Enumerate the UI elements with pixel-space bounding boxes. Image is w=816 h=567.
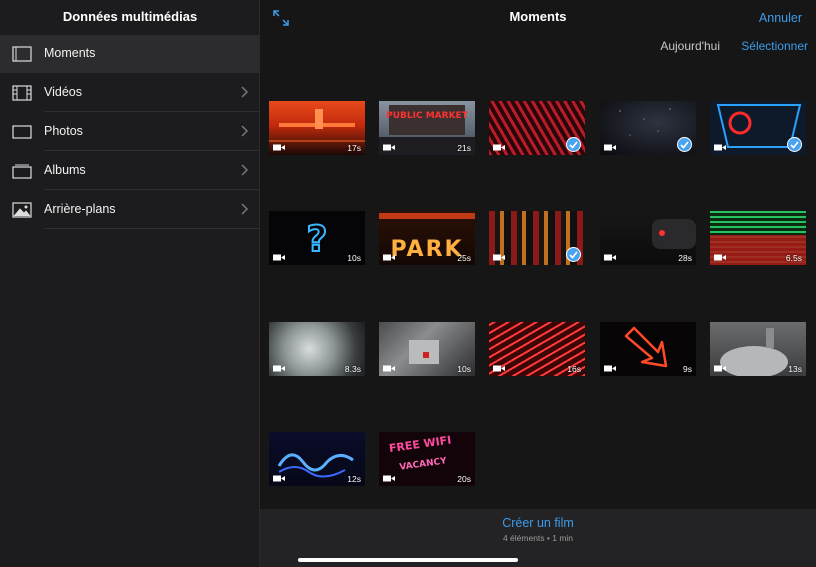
clip-duration: 10s — [347, 253, 361, 263]
clip-thumbnail[interactable]: 28s — [600, 211, 696, 265]
sidebar-item-label: Photos — [44, 124, 83, 138]
divider — [44, 189, 259, 190]
video-camera-icon — [383, 475, 395, 482]
clip-thumbnail[interactable]: 12s — [269, 432, 365, 486]
sidebar-item-label: Arrière-plans — [44, 202, 116, 216]
clip-thumbnail[interactable]: 6.5s — [710, 211, 806, 265]
clip-thumbnail[interactable]: ? 10s — [269, 211, 365, 265]
park-sign: PARK — [390, 237, 463, 262]
video-camera-icon — [493, 365, 505, 372]
video-camera-icon — [604, 365, 616, 372]
clip-duration: 16s — [567, 364, 581, 374]
clip-duration: 28s — [678, 253, 692, 263]
section-date-label: Aujourd'hui — [660, 39, 720, 53]
question-mark-sign: ? — [307, 219, 328, 260]
media-sidebar: Données multimédias Moments Vidéos Photo… — [0, 0, 260, 567]
chevron-right-icon — [241, 164, 249, 176]
clip-duration: 21s — [457, 143, 471, 153]
sidebar-item-label: Albums — [44, 163, 86, 177]
clip-thumbnail[interactable]: 8.3s — [269, 322, 365, 376]
create-movie-button[interactable]: Créer un film — [260, 516, 816, 530]
video-camera-icon — [273, 144, 285, 151]
selected-check-icon — [566, 137, 581, 152]
divider — [44, 111, 259, 112]
clip-duration: 6.5s — [785, 253, 802, 263]
sidebar-item-videos[interactable]: Vidéos — [0, 74, 259, 112]
clip-thumbnail[interactable] — [489, 211, 585, 265]
select-button[interactable]: Sélectionner — [741, 39, 808, 53]
clip-thumbnail[interactable] — [710, 101, 806, 155]
clip-duration: 8.3s — [344, 364, 361, 374]
clip-thumbnail[interactable]: 16s — [489, 322, 585, 376]
video-camera-icon — [383, 365, 395, 372]
video-camera-icon — [604, 144, 616, 151]
clip-thumbnail[interactable] — [600, 101, 696, 155]
video-camera-icon — [493, 254, 505, 261]
photo-frame-icon — [12, 125, 32, 139]
clip-duration: 20s — [457, 474, 471, 484]
clip-thumbnail[interactable]: 13s — [710, 322, 806, 376]
selected-check-icon — [566, 247, 581, 262]
video-camera-icon — [604, 254, 616, 261]
clip-thumbnail[interactable]: FREE WIFI VACANCY 20s — [379, 432, 475, 486]
selection-summary: 4 éléments • 1 min — [502, 533, 574, 543]
divider — [44, 150, 259, 151]
chevron-right-icon — [241, 203, 249, 215]
video-camera-icon — [383, 144, 395, 151]
moments-icon — [12, 46, 32, 62]
clip-duration: 9s — [683, 364, 692, 374]
video-camera-icon — [273, 365, 285, 372]
clip-duration: 25s — [457, 253, 471, 263]
video-camera-icon — [714, 144, 726, 151]
clip-thumbnail[interactable]: 17s — [269, 101, 365, 155]
clip-duration: 10s — [457, 364, 471, 374]
clip-thumbnail[interactable] — [489, 101, 585, 155]
sidebar-item-label: Moments — [44, 46, 96, 60]
film-icon — [12, 85, 32, 101]
video-camera-icon — [383, 254, 395, 261]
sidebar-item-backgrounds[interactable]: Arrière-plans — [0, 191, 259, 229]
video-camera-icon — [714, 365, 726, 372]
free-wifi-sign: FREE WIFI — [388, 434, 452, 456]
albums-icon — [12, 164, 32, 179]
clip-duration: 12s — [347, 474, 361, 484]
sidebar-item-albums[interactable]: Albums — [0, 152, 259, 190]
clip-duration: 13s — [788, 364, 802, 374]
sidebar-item-label: Vidéos — [44, 85, 82, 99]
clip-thumbnail[interactable]: PUBLIC MARKET 21s — [379, 101, 475, 155]
market-sign: PUBLIC MARKET — [386, 111, 469, 121]
page-title: Moments — [509, 9, 567, 24]
chevron-right-icon — [241, 86, 249, 98]
clip-thumbnail[interactable]: 10s — [379, 322, 475, 376]
video-camera-icon — [714, 254, 726, 261]
landscape-icon — [12, 202, 32, 218]
cancel-button[interactable]: Annuler — [759, 11, 802, 25]
video-camera-icon — [493, 144, 505, 151]
clip-thumbnail[interactable]: PARK 25s — [379, 211, 475, 265]
video-camera-icon — [273, 254, 285, 261]
video-camera-icon — [273, 475, 285, 482]
vacancy-sign: VACANCY — [399, 456, 448, 473]
clip-thumbnail[interactable]: 9s — [600, 322, 696, 376]
chevron-right-icon — [241, 125, 249, 137]
selected-check-icon — [677, 137, 692, 152]
sidebar-item-moments[interactable]: Moments — [0, 35, 259, 73]
sidebar-title: Données multimédias — [62, 9, 198, 24]
clip-duration: 17s — [347, 143, 361, 153]
home-indicator[interactable] — [298, 558, 518, 562]
selected-check-icon — [787, 137, 802, 152]
divider — [44, 228, 259, 229]
sidebar-item-photos[interactable]: Photos — [0, 113, 259, 151]
